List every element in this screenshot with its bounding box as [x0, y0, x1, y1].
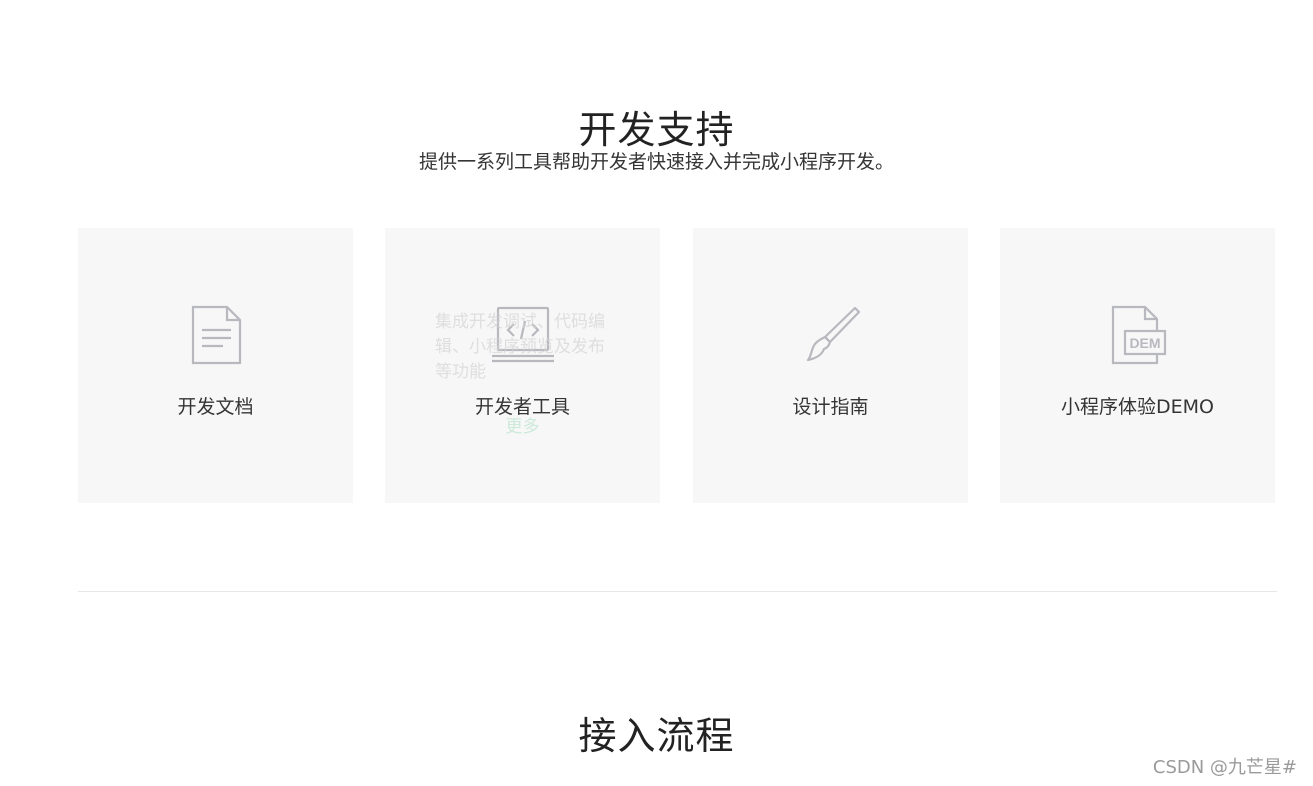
card-dev-docs[interactable]: 开发文档 [78, 228, 353, 503]
paintbrush-icon [800, 304, 862, 366]
card-description: 集成开发调试、代码编辑、小程序预览及发布等功能 [435, 312, 605, 382]
section-divider [78, 591, 1277, 592]
dev-support-cards: 开发文档 集成开发调试、代码编辑、小程序预览及发布等功能 更多 开发者工具 设计… [78, 228, 1275, 503]
demo-file-icon: DEM [1107, 304, 1169, 366]
demo-icon-text: DEM [1129, 335, 1160, 351]
page: 开发支持 提供一系列工具帮助开发者快速接入并完成小程序开发。 开发文档 集成开发… [0, 0, 1313, 786]
card-label: 开发文档 [177, 396, 254, 418]
card-design-guide[interactable]: 设计指南 [693, 228, 968, 503]
card-label: 开发者工具 [474, 396, 570, 418]
card-demo[interactable]: DEM 小程序体验DEMO [1000, 228, 1275, 503]
card-label: 设计指南 [792, 396, 869, 418]
watermark: CSDN @九芒星# [1152, 757, 1297, 778]
card-dev-tools[interactable]: 集成开发调试、代码编辑、小程序预览及发布等功能 更多 开发者工具 [385, 228, 660, 503]
section-title-access-flow: 接入流程 [578, 714, 735, 759]
document-icon [185, 304, 247, 366]
card-label: 小程序体验DEMO [1061, 396, 1214, 418]
section-subtitle: 提供一系列工具帮助开发者快速接入并完成小程序开发。 [418, 151, 894, 173]
